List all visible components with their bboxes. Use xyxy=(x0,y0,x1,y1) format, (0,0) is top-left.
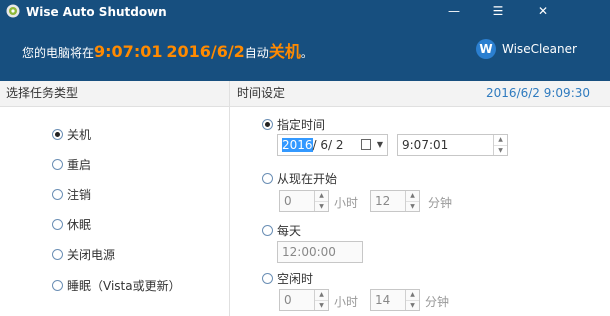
banner-action: 关机 xyxy=(268,42,301,61)
from-now-hours-input[interactable]: 0 ▲ ▼ xyxy=(279,190,329,212)
current-datetime: 2016/6/2 9:09:30 xyxy=(486,86,590,100)
from-now-hours-value[interactable]: 0 xyxy=(284,194,292,208)
banner-prefix: 您的电脑将在 xyxy=(22,46,95,60)
banner-time: 9:07:01 xyxy=(94,42,163,61)
radio-daily[interactable]: 每天 xyxy=(262,222,301,239)
radio-circle xyxy=(262,225,273,236)
spin-down-icon[interactable]: ▼ xyxy=(406,301,419,311)
time-setting-title: 时间设定 xyxy=(237,86,286,100)
radio-label: 睡眠（Vista或更新） xyxy=(67,279,181,293)
radio-from-now[interactable]: 从现在开始 xyxy=(262,170,337,187)
radio-label: 注销 xyxy=(67,188,92,202)
title-bar: Wise Auto Shutdown — ☰ ✕ 您的电脑将在9:07:01 2… xyxy=(0,0,610,81)
daily-time-input[interactable]: 12:00:00 xyxy=(277,241,363,263)
hours-spinner[interactable]: ▲ ▼ xyxy=(314,191,328,211)
app-icon xyxy=(6,4,20,18)
minutes-spinner[interactable]: ▲ ▼ xyxy=(405,191,419,211)
radio-restart[interactable]: 重启 xyxy=(52,156,91,173)
calendar-icon[interactable] xyxy=(361,139,371,150)
radio-label: 指定时间 xyxy=(277,118,326,132)
time-spinner[interactable]: ▲ ▼ xyxy=(493,135,507,155)
radio-idle[interactable]: 空闲时 xyxy=(262,270,313,287)
radio-hibernate[interactable]: 休眠 xyxy=(52,216,91,233)
specified-time-value[interactable]: 9:07:01 xyxy=(402,138,448,152)
radio-circle xyxy=(262,273,273,284)
radio-label: 休眠 xyxy=(67,218,92,232)
banner-suffix: 。 xyxy=(300,46,313,60)
radio-circle xyxy=(52,249,63,260)
minimize-button[interactable]: — xyxy=(444,3,464,19)
radio-circle xyxy=(52,219,63,230)
daily-time-value[interactable]: 12:00:00 xyxy=(282,245,336,259)
task-type-header: 选择任务类型 xyxy=(0,81,234,107)
spin-down-icon[interactable]: ▼ xyxy=(406,202,419,212)
spin-up-icon[interactable]: ▲ xyxy=(406,290,419,301)
time-setting-header: 时间设定 2016/6/2 9:09:30 xyxy=(229,81,610,107)
radio-label: 每天 xyxy=(277,224,302,238)
date-year[interactable]: 2016 xyxy=(282,138,313,152)
radio-shutdown[interactable]: 关机 xyxy=(52,126,91,143)
radio-circle xyxy=(52,189,63,200)
from-now-minutes-input[interactable]: 12 ▲ ▼ xyxy=(370,190,420,212)
shutdown-banner: 您的电脑将在9:07:01 2016/6/2自动关机。 xyxy=(22,38,313,62)
spin-up-icon[interactable]: ▲ xyxy=(494,135,507,146)
hours-unit: 小时 xyxy=(334,196,359,210)
radio-circle xyxy=(52,159,63,170)
date-month-day[interactable]: / 6/ 2 xyxy=(313,138,344,152)
idle-minutes-spinner[interactable]: ▲ ▼ xyxy=(405,290,419,310)
idle-hours-input[interactable]: 0 ▲ ▼ xyxy=(279,289,329,311)
idle-minutes-input[interactable]: 14 ▲ ▼ xyxy=(370,289,420,311)
idle-minutes-value[interactable]: 14 xyxy=(375,293,390,307)
wisecleaner-brand[interactable]: W WiseCleaner xyxy=(476,39,577,59)
radio-label: 重启 xyxy=(67,158,92,172)
radio-circle xyxy=(52,280,63,291)
idle-hours-unit: 小时 xyxy=(334,295,359,309)
app-title: Wise Auto Shutdown xyxy=(26,5,167,19)
idle-minutes-unit: 分钟 xyxy=(425,295,450,309)
radio-label: 关闭电源 xyxy=(67,248,116,262)
chevron-down-icon[interactable]: ▼ xyxy=(377,135,383,155)
brand-name: WiseCleaner xyxy=(502,42,577,56)
radio-circle xyxy=(262,119,273,130)
spin-up-icon[interactable]: ▲ xyxy=(315,191,328,202)
date-picker[interactable]: 2016/ 6/ 2 ▼ xyxy=(277,134,388,156)
radio-label: 空闲时 xyxy=(277,272,314,286)
banner-mid: 自动 xyxy=(244,46,269,60)
radio-logoff[interactable]: 注销 xyxy=(52,186,91,203)
panel-divider xyxy=(229,81,230,316)
radio-label: 从现在开始 xyxy=(277,172,338,186)
radio-circle xyxy=(262,173,273,184)
radio-label: 关机 xyxy=(67,128,92,142)
banner-date: 2016/6/2 xyxy=(166,42,245,61)
idle-hours-value[interactable]: 0 xyxy=(284,293,292,307)
radio-sleep[interactable]: 睡眠（Vista或更新） xyxy=(52,277,181,294)
spin-down-icon[interactable]: ▼ xyxy=(494,146,507,156)
from-now-minutes-value[interactable]: 12 xyxy=(375,194,390,208)
task-type-title: 选择任务类型 xyxy=(6,86,79,100)
idle-hours-spinner[interactable]: ▲ ▼ xyxy=(314,290,328,310)
menu-button[interactable]: ☰ xyxy=(488,3,508,19)
spin-down-icon[interactable]: ▼ xyxy=(315,202,328,212)
spin-up-icon[interactable]: ▲ xyxy=(315,290,328,301)
close-button[interactable]: ✕ xyxy=(533,3,553,19)
radio-power-off[interactable]: 关闭电源 xyxy=(52,246,115,263)
radio-specified-time[interactable]: 指定时间 xyxy=(262,116,325,133)
radio-circle xyxy=(52,129,63,140)
minutes-unit: 分钟 xyxy=(428,196,453,210)
specified-time-input[interactable]: 9:07:01 ▲ ▼ xyxy=(397,134,508,156)
spin-down-icon[interactable]: ▼ xyxy=(315,301,328,311)
spin-up-icon[interactable]: ▲ xyxy=(406,191,419,202)
wisecleaner-logo-icon: W xyxy=(476,39,496,59)
